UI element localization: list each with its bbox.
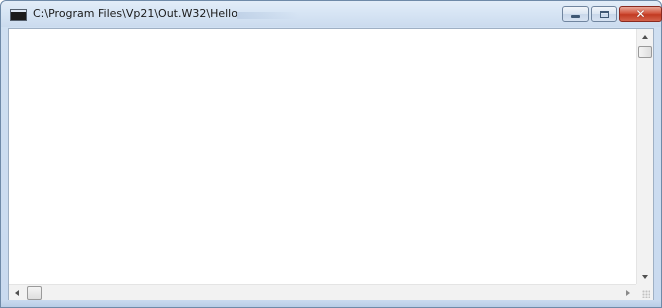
scroll-up-button[interactable] [637,29,653,45]
minimize-button[interactable] [562,6,589,22]
app-window: C:\Program Files\Vp21\Out.W32\Hello ✕ [0,0,662,308]
arrow-left-icon [15,290,19,296]
scroll-left-button[interactable] [9,285,26,301]
console-output-area[interactable] [9,29,636,285]
window-bottom-frame[interactable] [1,300,661,307]
console-app-icon[interactable] [10,9,27,21]
arrow-right-icon [626,290,630,296]
close-button[interactable]: ✕ [619,6,662,22]
maximize-button[interactable] [591,6,617,22]
title-fade [237,12,299,19]
window-title: C:\Program Files\Vp21\Out.W32\Hello [33,7,238,20]
arrow-up-icon [642,35,648,39]
minimize-icon [571,15,580,18]
horizontal-scrollbar[interactable] [9,284,636,301]
vertical-scroll-thumb[interactable] [638,46,652,58]
close-icon: ✕ [635,7,646,21]
title-bar[interactable]: C:\Program Files\Vp21\Out.W32\Hello ✕ [1,1,662,27]
client-area [8,28,654,302]
maximize-icon [599,10,609,18]
vertical-scrollbar[interactable] [636,29,653,285]
scroll-down-button[interactable] [637,269,653,285]
horizontal-scroll-thumb[interactable] [27,286,42,300]
size-grip[interactable] [636,284,653,301]
scroll-right-button[interactable] [619,285,636,301]
arrow-down-icon [642,275,648,279]
